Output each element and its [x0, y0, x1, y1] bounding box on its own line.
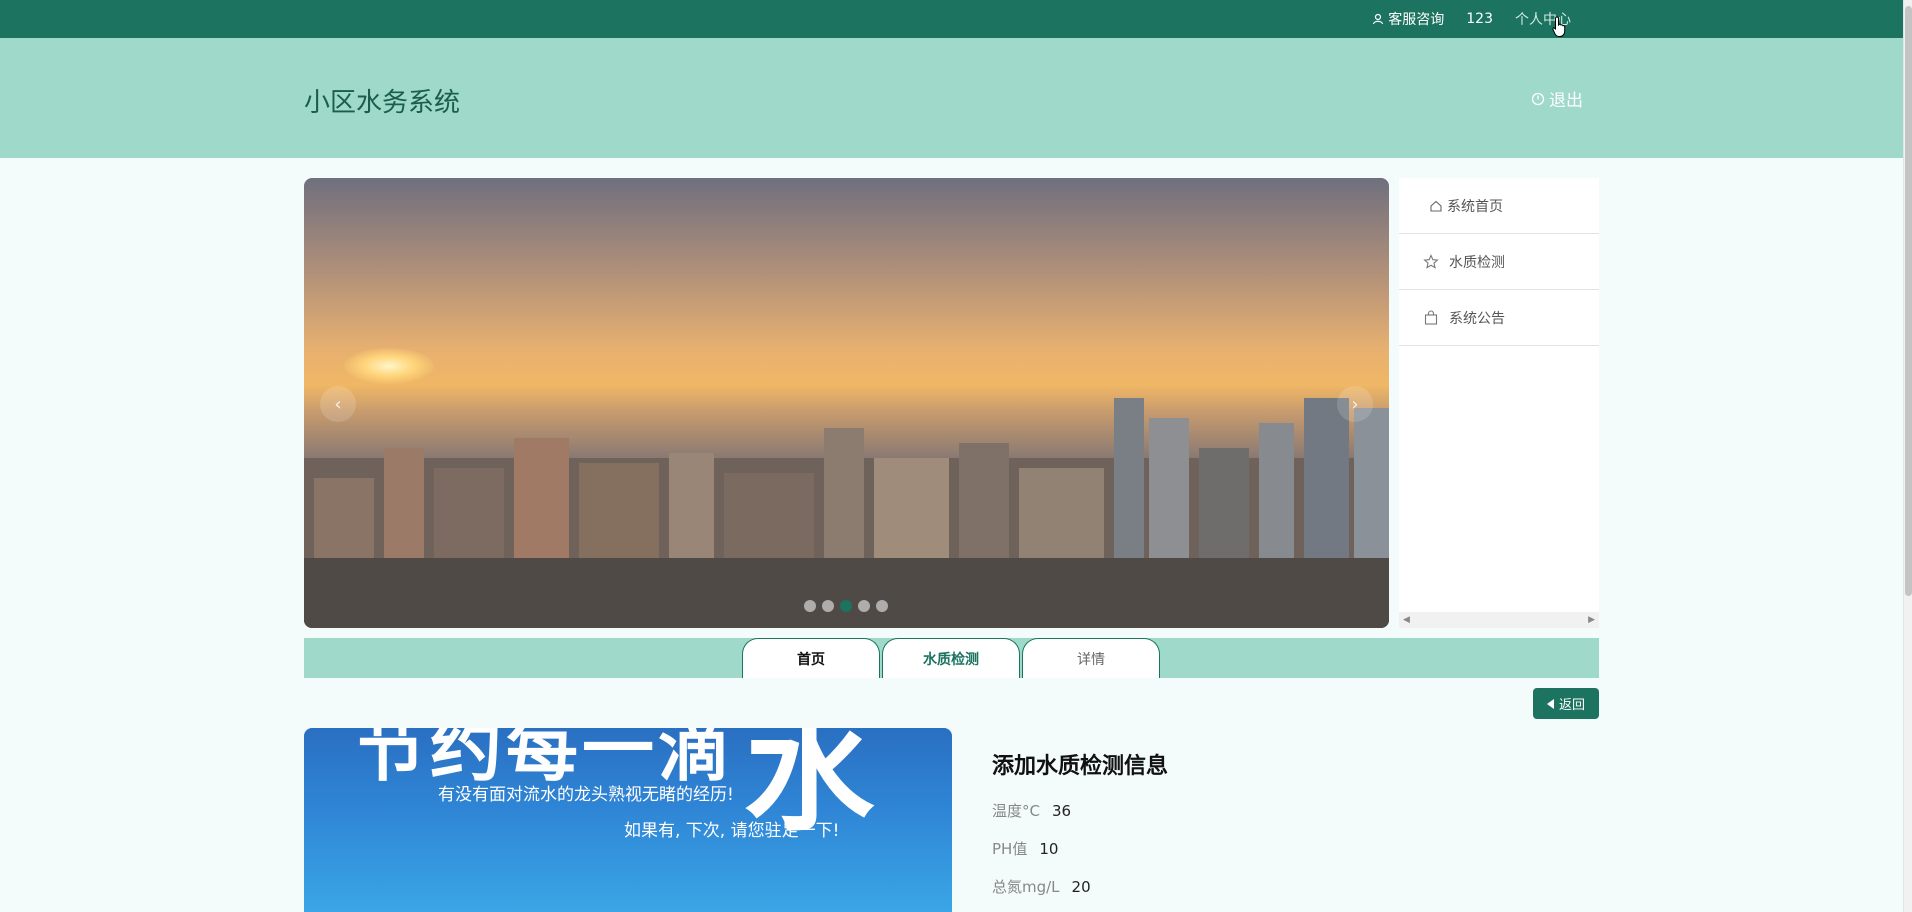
home-icon	[1430, 200, 1442, 212]
carousel-dots	[804, 600, 888, 612]
sidebar-item-home[interactable]: 系统首页	[1399, 178, 1599, 234]
field-value: 36	[1051, 802, 1072, 820]
service-label: 客服咨询	[1388, 12, 1445, 28]
carousel-prev-button[interactable]: ‹	[320, 386, 356, 422]
detail-panel: 添加水质检测信息 温度°C 36 PH值 10 总氮mg/L 20	[992, 748, 1168, 912]
field-value: 20	[1071, 878, 1091, 896]
carousel-next-button[interactable]: ›	[1337, 386, 1373, 422]
back-button-label: 返回	[1558, 698, 1585, 713]
sidebar-item-label: 系统公告	[1449, 310, 1505, 327]
promo-line-1: 有没有面对流水的龙头熟视无睹的经历!	[438, 785, 734, 805]
tab-detail[interactable]: 详情	[1022, 638, 1160, 678]
hand-cursor-icon	[1552, 16, 1566, 37]
field-label: 总氮mg/L	[992, 878, 1060, 896]
bag-icon	[1424, 309, 1438, 325]
top-bar: 客服咨询 123 个人中心	[0, 0, 1903, 38]
detail-row-temperature: 温度°C 36	[992, 800, 1168, 821]
service-link[interactable]: 客服咨询	[1372, 9, 1444, 29]
username-label: 123	[1466, 11, 1493, 27]
field-label: 温度°C	[992, 802, 1040, 820]
field-value: 10	[1039, 840, 1059, 858]
page-scrollbar-thumb[interactable]	[1905, 6, 1912, 596]
carousel-dot[interactable]	[876, 600, 888, 612]
detail-row-ph: PH值 10	[992, 838, 1168, 859]
tab-home[interactable]: 首页	[742, 638, 880, 678]
caret-left-icon	[1546, 698, 1554, 709]
carousel-dot[interactable]	[804, 600, 816, 612]
sidebar-item-label: 水质检测	[1449, 254, 1505, 271]
logout-button[interactable]: 退出	[1531, 86, 1583, 111]
site-header: 小区水务系统 退出	[0, 38, 1903, 158]
scroll-left-icon[interactable]: ◀	[1403, 615, 1410, 625]
city-skyline-image	[304, 398, 1389, 628]
carousel-dot-active[interactable]	[840, 600, 852, 612]
logout-label: 退出	[1549, 91, 1583, 111]
page-scrollbar[interactable]	[1903, 0, 1912, 912]
star-icon	[1423, 253, 1439, 269]
power-icon	[1531, 92, 1545, 105]
banner-sun	[344, 348, 434, 384]
carousel-dot[interactable]	[858, 600, 870, 612]
carousel-dot[interactable]	[822, 600, 834, 612]
field-label: PH值	[992, 840, 1028, 858]
promo-line-2: 如果有, 下次, 请您驻足一下!	[624, 821, 840, 841]
side-menu-scrollbar[interactable]: ◀ ▶	[1399, 612, 1599, 628]
detail-row-nitrogen: 总氮mg/L 20	[992, 876, 1168, 897]
detail-title: 添加水质检测信息	[992, 754, 1169, 779]
side-menu: 系统首页 水质检测 系统公告 ◀ ▶	[1399, 178, 1599, 628]
sidebar-item-announcements[interactable]: 系统公告	[1399, 290, 1599, 346]
banner-carousel: ‹ ›	[304, 178, 1389, 628]
user-icon	[1373, 13, 1384, 25]
scroll-right-icon[interactable]: ▶	[1588, 615, 1595, 625]
tab-water-quality[interactable]: 水质检测	[882, 638, 1020, 678]
sidebar-item-label: 系统首页	[1447, 198, 1503, 215]
site-title: 小区水务系统	[304, 88, 461, 118]
water-saving-image: 节约每一滴 水 有没有面对流水的龙头熟视无睹的经历! 如果有, 下次, 请您驻足…	[304, 728, 952, 912]
back-button[interactable]: 返回	[1533, 688, 1599, 719]
sidebar-item-water-quality[interactable]: 水质检测	[1399, 234, 1599, 290]
